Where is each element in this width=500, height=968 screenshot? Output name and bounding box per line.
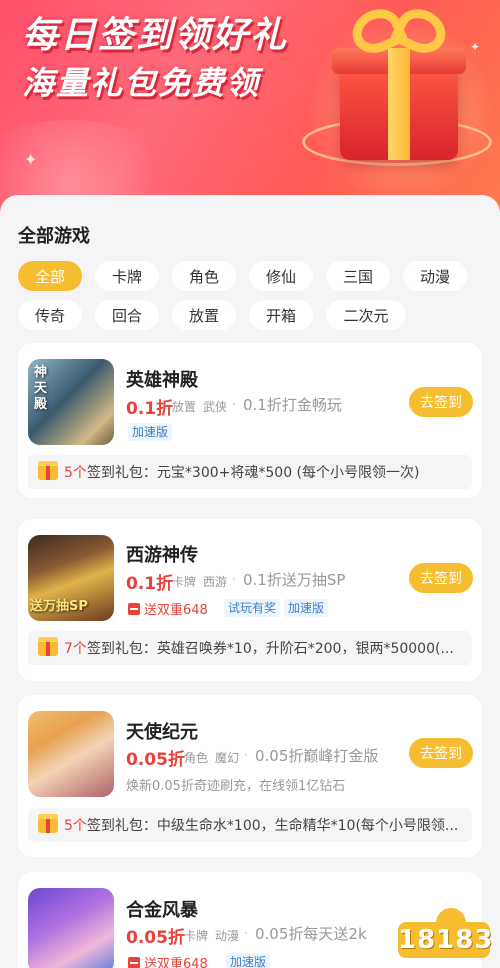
section-title: 全部游戏	[18, 226, 90, 247]
promo-label: 送双重648	[128, 953, 208, 968]
game-icon-text: 神天殿	[34, 365, 48, 412]
gift-count: 7个	[64, 641, 87, 657]
gift-box-icon	[38, 814, 58, 833]
game-card[interactable]: 天使纪元 0.05折 角色 魔幻 · 0.05折巅峰打金版 焕新0.05折奇迹刷…	[18, 695, 482, 857]
genre-label: 西游	[203, 575, 228, 589]
promo-banner[interactable]: 每日签到领好礼 海量礼包免费领 ✦ ✦	[0, 0, 500, 215]
genre-label: 卡牌	[184, 929, 209, 943]
game-card[interactable]: 送万抽SP 西游神传 0.1折 卡牌 西游 · 0.1折送万抽SP 送双重648…	[18, 519, 482, 681]
category-chip-role[interactable]: 角色	[172, 261, 236, 291]
banner-title: 每日签到领好礼	[22, 15, 289, 56]
separator-dot: ·	[232, 572, 236, 586]
category-chip-box[interactable]: 开箱	[249, 300, 313, 330]
category-chip-legend[interactable]: 传奇	[18, 300, 82, 330]
gift-label: 签到礼包：	[86, 465, 157, 481]
category-chip-acg[interactable]: 二次元	[326, 300, 406, 330]
game-icon-text: 送万抽SP	[30, 599, 88, 614]
speed-tag: 加速版	[226, 953, 271, 968]
red-packet-icon	[128, 602, 140, 615]
game-icon[interactable]: 送万抽SP	[28, 535, 114, 621]
gift-pack-row[interactable]: 5个 签到礼包： 元宝*300+将魂*500 (每个小号限领一次)	[28, 455, 472, 489]
sign-in-button[interactable]: 去签到	[409, 738, 473, 768]
watermark-text: 18183	[398, 922, 492, 958]
gift-text: 元宝*300+将魂*500 (每个小号限领一次)	[156, 465, 420, 481]
speed-tag: 加速版	[128, 423, 173, 441]
game-name: 英雄神殿	[126, 370, 198, 391]
gift-label: 签到礼包：	[86, 641, 157, 657]
gift-pack-row[interactable]: 7个 签到礼包： 英雄召唤券*10，升阶石*200，银两*50000(...	[28, 631, 472, 665]
game-description: 0.05折每天送2k	[255, 925, 367, 943]
category-chip-idle[interactable]: 放置	[172, 300, 236, 330]
game-icon[interactable]	[28, 711, 114, 797]
watermark-logo: 18183	[398, 908, 492, 960]
promo-text: 送双重648	[144, 957, 208, 968]
red-packet-icon	[128, 956, 140, 968]
gift-box-icon	[38, 461, 58, 480]
category-chip-three-kingdoms[interactable]: 三国	[326, 261, 390, 291]
sign-in-button[interactable]: 去签到	[409, 387, 473, 417]
speed-tag: 加速版	[284, 599, 329, 617]
genre-label: 武侠	[203, 400, 228, 414]
category-chip-all[interactable]: 全部	[18, 261, 82, 291]
separator-dot: ·	[244, 926, 248, 940]
game-description: 0.05折巅峰打金版	[255, 747, 379, 765]
genre-label: 角色	[184, 751, 209, 765]
game-icon[interactable]: 神天殿	[28, 359, 114, 445]
banner-subtitle: 海量礼包免费领	[22, 64, 261, 102]
separator-dot: ·	[244, 748, 248, 762]
promo-label: 送双重648	[128, 599, 208, 618]
discount-label: 0.1折	[126, 399, 174, 419]
game-note: 焕新0.05折奇迹刷充，在线领1亿钻石	[126, 779, 346, 794]
gift-pack-row[interactable]: 5个 签到礼包： 中级生命水*100，生命精华*10(每个小号限领...	[28, 808, 472, 842]
genre-label: 动漫	[215, 929, 240, 943]
category-chip-xiuxian[interactable]: 修仙	[249, 261, 313, 291]
separator-dot: ·	[232, 397, 236, 411]
trial-reward-tag: 试玩有奖	[224, 599, 281, 617]
game-card[interactable]: 神天殿 英雄神殿 0.1折 放置 武侠 · 0.1折打金畅玩 加速版 去签到 5…	[18, 343, 482, 498]
category-chip-card[interactable]: 卡牌	[95, 261, 159, 291]
game-name: 西游神传	[126, 545, 198, 566]
gift-box-icon	[38, 637, 58, 656]
gift-box-icon	[302, 1, 492, 170]
category-chip-anime[interactable]: 动漫	[403, 261, 467, 291]
genre-label: 卡牌	[172, 575, 197, 589]
gift-text: 中级生命水*100，生命精华*10(每个小号限领...	[156, 818, 459, 834]
game-name: 天使纪元	[126, 722, 198, 743]
game-description: 0.1折打金畅玩	[243, 396, 342, 414]
discount-label: 0.1折	[126, 574, 174, 594]
game-icon[interactable]	[28, 888, 114, 968]
discount-label: 0.05折	[126, 750, 185, 770]
genre-label: 放置	[172, 400, 197, 414]
promo-text: 送双重648	[144, 603, 208, 618]
game-description: 0.1折送万抽SP	[243, 571, 346, 589]
genre-label: 魔幻	[215, 751, 240, 765]
gift-text: 英雄召唤券*10，升阶石*200，银两*50000(...	[156, 641, 454, 657]
game-name: 合金风暴	[126, 900, 198, 921]
discount-label: 0.05折	[126, 928, 185, 948]
sign-in-button[interactable]: 去签到	[409, 563, 473, 593]
gift-count: 5个	[64, 465, 87, 481]
gift-count: 5个	[64, 818, 87, 834]
gift-label: 签到礼包：	[86, 818, 157, 834]
category-chip-turn[interactable]: 回合	[95, 300, 159, 330]
sparkle-icon: ✦	[24, 150, 38, 169]
